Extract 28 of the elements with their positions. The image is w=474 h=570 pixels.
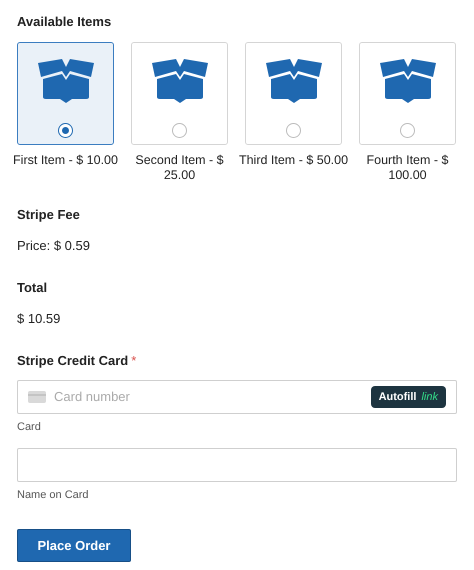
box-icon — [36, 56, 96, 102]
card-number-field[interactable]: Card number Autofill link — [17, 380, 457, 414]
radio-button[interactable] — [286, 122, 301, 138]
link-logo: link — [421, 390, 438, 405]
field-label: Card — [17, 420, 42, 435]
autofill-button[interactable]: Autofill link — [370, 386, 446, 408]
total-amount: $ 10.59 — [17, 310, 62, 328]
name-field[interactable] — [17, 448, 457, 482]
item-card[interactable] — [17, 42, 114, 144]
section-title: Total — [17, 278, 48, 296]
box-icon — [378, 56, 438, 102]
box-icon — [264, 56, 324, 102]
radio-button[interactable] — [58, 122, 73, 138]
radio-button[interactable] — [400, 122, 415, 138]
item-label: First Item - $ 10.00 — [12, 152, 119, 168]
item-label: Third Item - $ 50.00 — [238, 152, 348, 168]
required-mark: * — [131, 352, 136, 370]
section-title: Stripe Credit Card — [17, 352, 128, 370]
card-icon — [28, 391, 46, 403]
section-title: Stripe Fee — [17, 206, 81, 224]
place-order-button[interactable]: Place Order — [17, 529, 131, 562]
box-icon — [150, 56, 210, 102]
field-label: Name on Card — [17, 488, 90, 502]
radio-button[interactable] — [172, 122, 187, 138]
fee-price: Price: $ 0.59 — [17, 237, 91, 255]
item-label: Fourth Item - $ 100.00 — [366, 152, 450, 182]
section-title: Available Items — [17, 13, 112, 31]
item-label: Second Item - $ 25.00 — [134, 152, 225, 182]
